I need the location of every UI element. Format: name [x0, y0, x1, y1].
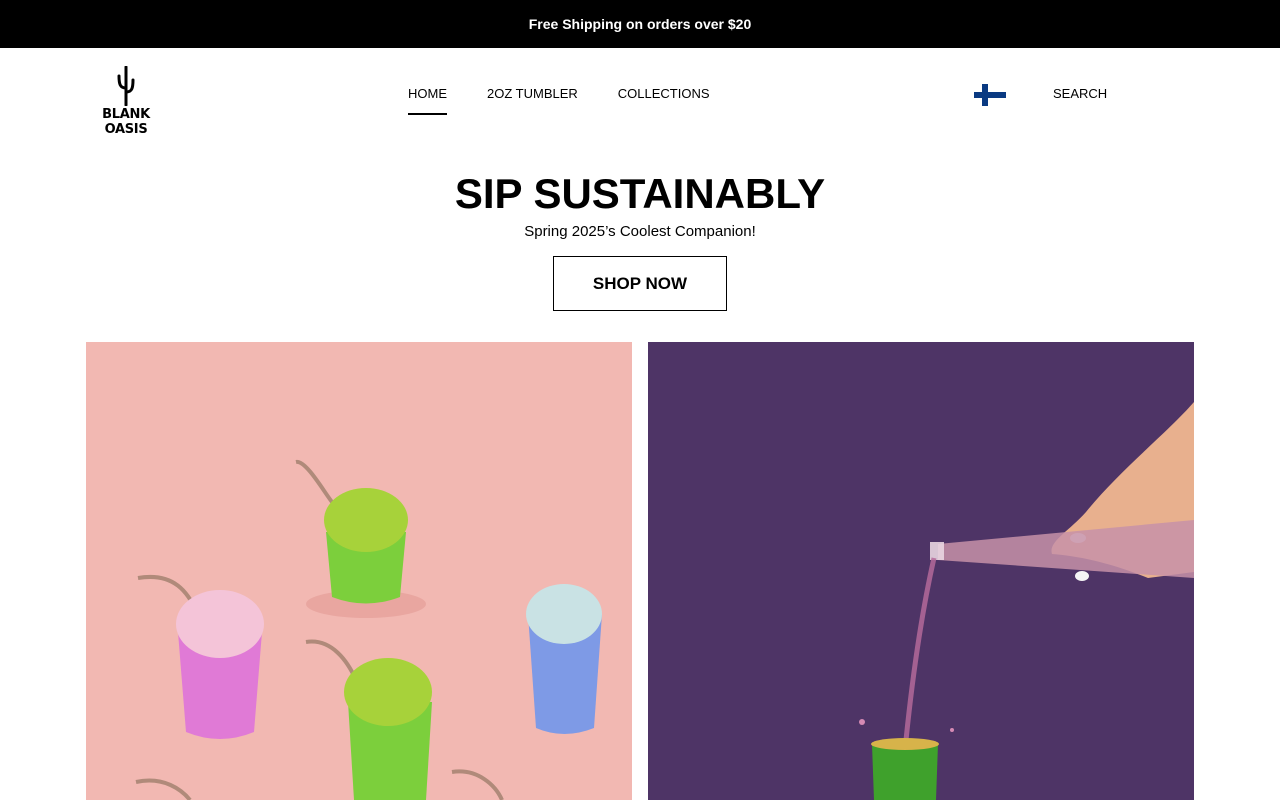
- pouring-drink-image: [648, 342, 1194, 800]
- nav-item-home[interactable]: HOME: [408, 86, 447, 115]
- main-nav: HOME 2OZ TUMBLER COLLECTIONS: [408, 86, 710, 115]
- shop-now-button[interactable]: SHOP NOW: [553, 256, 727, 311]
- logo-text: BLANK OASIS: [102, 107, 150, 137]
- finland-flag-icon[interactable]: [974, 84, 1006, 106]
- hero-subtitle: Spring 2025’s Coolest Companion!: [524, 223, 756, 240]
- announcement-bar: Free Shipping on orders over $20: [0, 0, 1280, 48]
- hero-title: SIP SUSTAINABLY: [454, 170, 826, 217]
- cactus-icon: [117, 66, 135, 106]
- ice-cream-tumblers-image: [86, 342, 632, 800]
- announcement-text: Free Shipping on orders over $20: [528, 16, 752, 32]
- logo[interactable]: BLANK OASIS: [86, 64, 166, 137]
- nav-item-collections[interactable]: COLLECTIONS: [618, 86, 710, 102]
- nav-item-2oz-tumbler[interactable]: 2OZ TUMBLER: [487, 86, 578, 102]
- site-header: BLANK OASIS HOME 2OZ TUMBLER COLLECTIONS…: [0, 48, 1280, 142]
- promo-image-pouring[interactable]: [648, 342, 1194, 800]
- search-link[interactable]: SEARCH: [1053, 86, 1107, 102]
- promo-image-ice-cream[interactable]: [86, 342, 632, 800]
